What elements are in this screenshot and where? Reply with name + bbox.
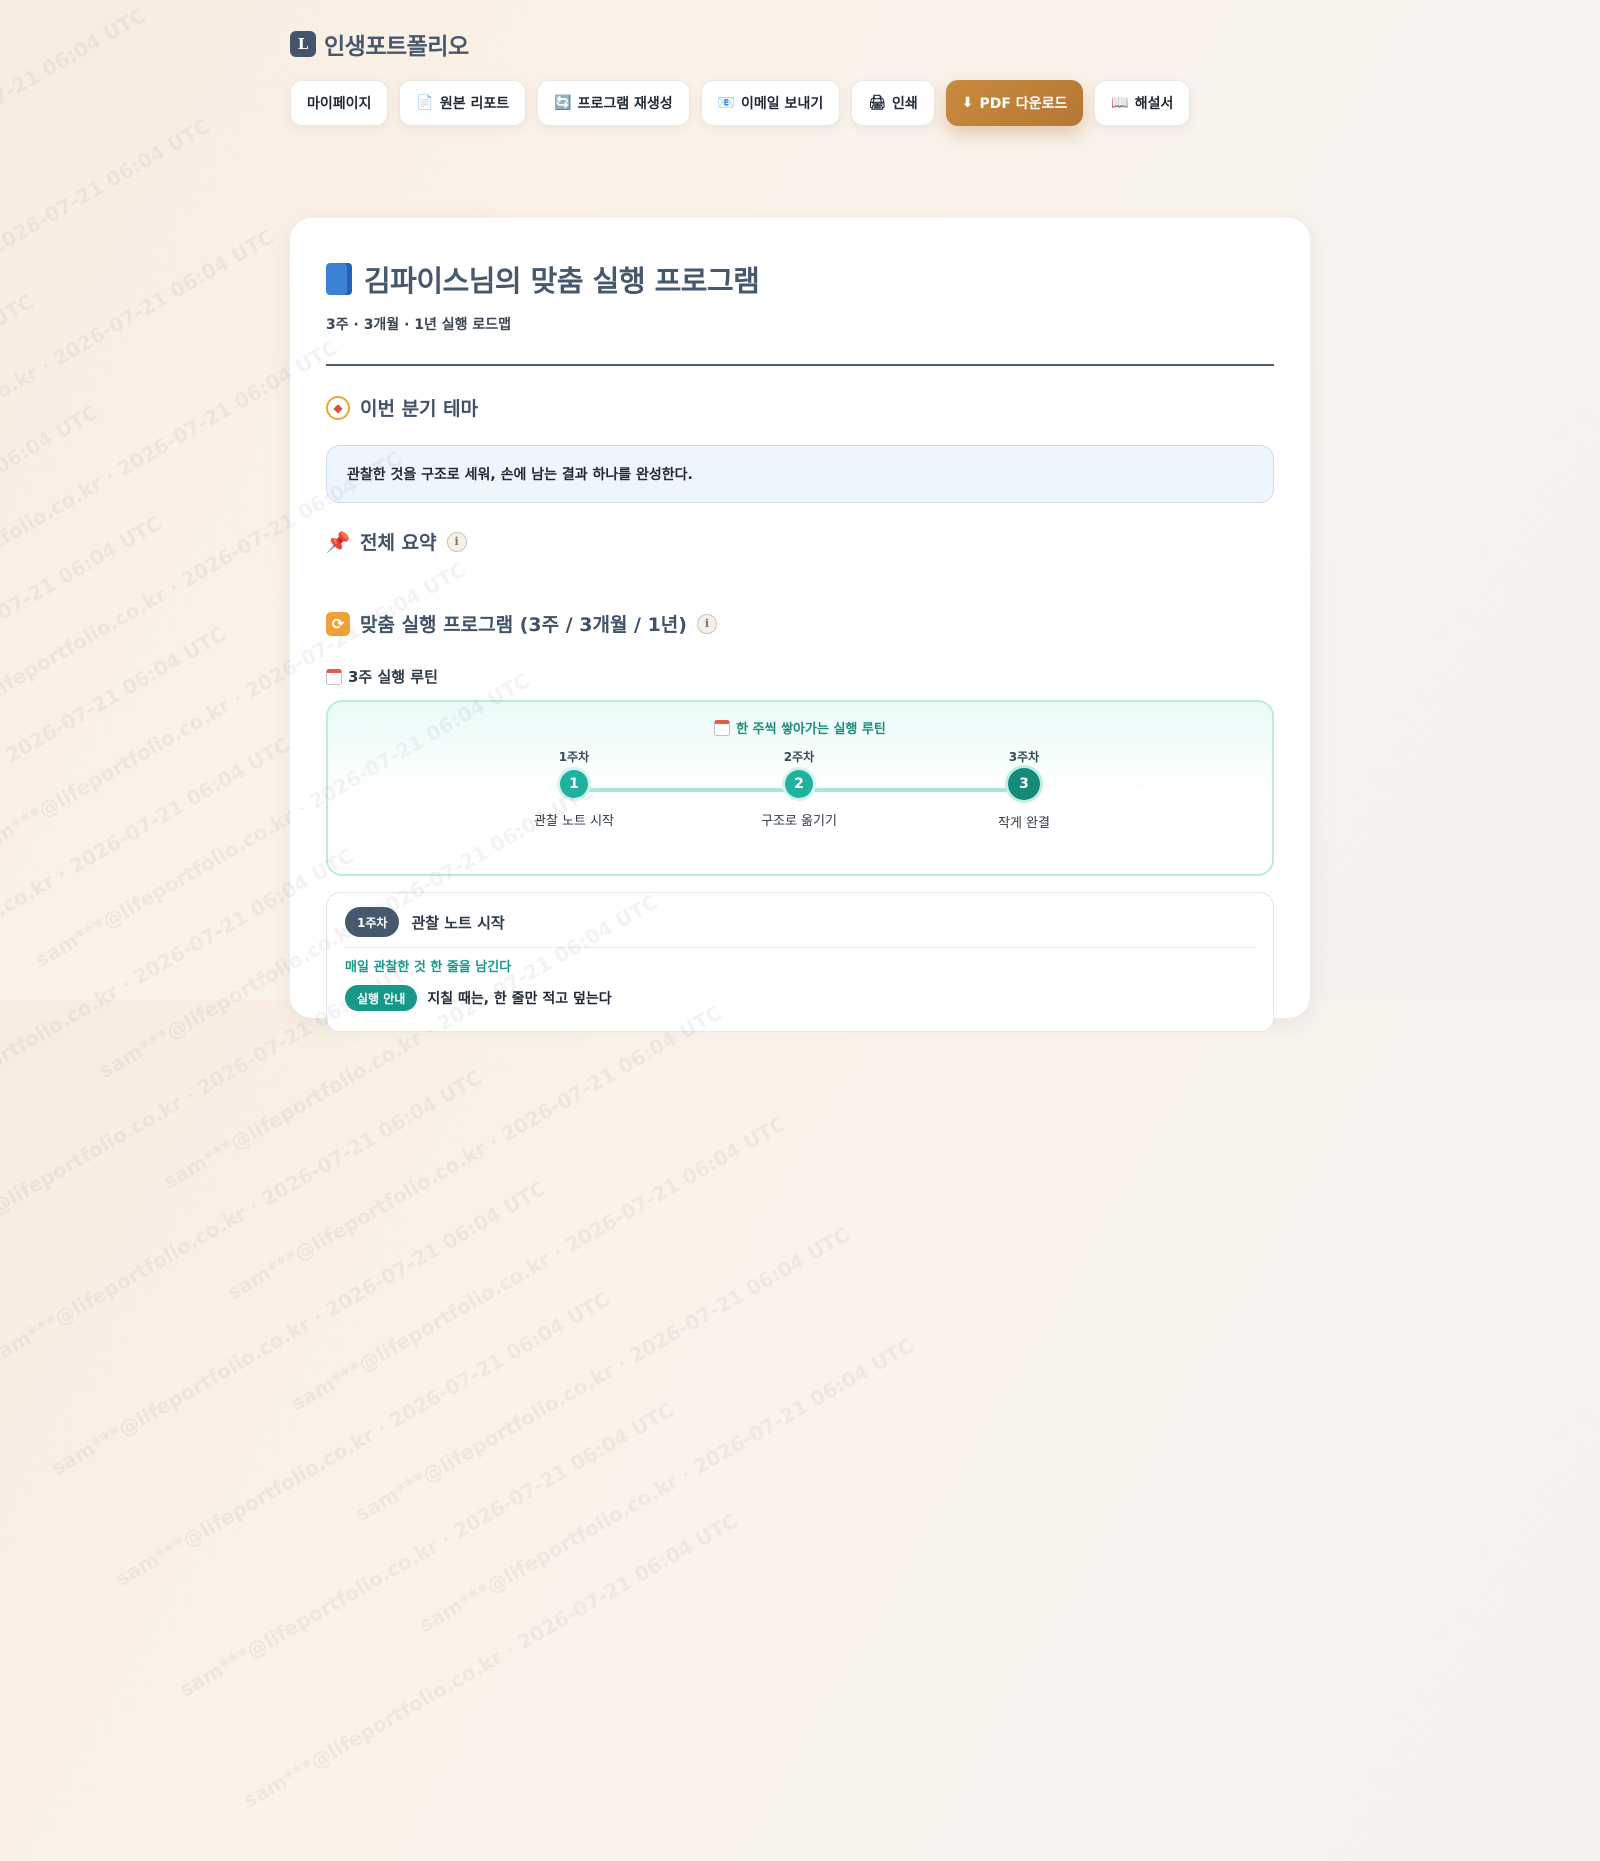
step-number: 3 — [1008, 768, 1040, 800]
theme-section-title: 이번 분기 테마 — [360, 398, 479, 420]
program-card: 김파이스님의 맞춤 실행 프로그램 3주 · 3개월 · 1년 실행 로드맵 ◆… — [290, 218, 1310, 1032]
timeline-step-2[interactable]: 2주차 2 구조로 옮기기 — [729, 748, 869, 829]
repeat-icon: ⟳ — [326, 611, 350, 636]
week-tip: 실행 안내 지칠 때는, 한 줄만 적고 덮는다 — [345, 985, 612, 1011]
page-title-text: 김파이스님의 맞춤 실행 프로그램 — [364, 264, 760, 298]
step-number: 1 — [560, 770, 588, 798]
brand-logo-icon: L — [290, 31, 316, 57]
calendar-icon — [714, 719, 731, 736]
step-text: 작게 완결 — [998, 816, 1050, 831]
step-week-label: 1주차 — [558, 750, 590, 764]
tip-badge: 실행 안내 — [345, 985, 418, 1011]
calendar-icon — [326, 668, 342, 685]
routine-heading-text: 한 주씩 쌓아가는 실행 루틴 — [736, 722, 886, 737]
tip-text: 지칠 때는, 한 줄만 적고 덮는다 — [427, 991, 612, 1007]
guidebook-button[interactable]: 📖 해설서 — [1094, 80, 1191, 126]
regenerate-program-button[interactable]: 🔄 프로그램 재생성 — [537, 80, 690, 126]
pdf-download-label: PDF 다운로드 — [979, 96, 1068, 112]
week-goal: 매일 관찰한 것 한 줄을 남긴다 — [345, 960, 512, 975]
theme-text: 관찰한 것을 구조로 세워, 손에 남는 결과 하나를 완성한다. — [347, 467, 693, 483]
brand-name: 인생포트폴리오 — [324, 34, 469, 60]
print-button[interactable]: 🖨 인쇄 — [851, 80, 935, 126]
week-card-header: 1주차 관찰 노트 시작 — [345, 907, 505, 937]
info-icon[interactable]: i — [446, 531, 467, 552]
page-title: 김파이스님의 맞춤 실행 프로그램 — [326, 258, 760, 300]
compass-icon: ◆ — [326, 395, 350, 420]
open-book-icon: 📖 — [1111, 95, 1129, 111]
week-card-divider — [345, 947, 1255, 948]
brand[interactable]: L 인생포트폴리오 — [290, 28, 469, 60]
routine-heading: 한 주씩 쌓아가는 실행 루틴 — [328, 718, 1272, 737]
summary-section-title: 전체 요약 — [360, 532, 437, 554]
step-text: 관찰 노트 시작 — [533, 814, 615, 829]
page-subtitle: 3주 · 3개월 · 1년 실행 로드맵 — [326, 317, 512, 333]
week-title: 관찰 노트 시작 — [411, 913, 505, 932]
week-detail-card: 1주차 관찰 노트 시작 매일 관찰한 것 한 줄을 남긴다 실행 안내 지칠 … — [326, 892, 1274, 1032]
info-icon[interactable]: i — [696, 613, 717, 634]
printer-icon: 🖨 — [868, 95, 886, 111]
pdf-download-button[interactable]: ⬇ PDF 다운로드 — [945, 80, 1084, 126]
document-icon: 📄 — [416, 95, 434, 111]
timeline-step-1[interactable]: 1주차 1 관찰 노트 시작 — [504, 748, 644, 829]
title-divider — [326, 364, 1274, 366]
print-label: 인쇄 — [891, 96, 918, 112]
step-number: 2 — [785, 770, 813, 798]
original-report-label: 원본 리포트 — [439, 96, 510, 112]
routine-label: 3주 실행 루틴 — [326, 666, 438, 687]
send-email-label: 이메일 보내기 — [741, 96, 824, 112]
guidebook-label: 해설서 — [1134, 96, 1174, 112]
step-week-label: 3주차 — [1008, 750, 1040, 764]
week-badge: 1주차 — [345, 907, 400, 937]
program-section-title: 맞춤 실행 프로그램 (3주 / 3개월 / 1년) — [360, 614, 687, 636]
step-text: 구조로 옮기기 — [761, 814, 837, 829]
routine-timeline: 한 주씩 쌓아가는 실행 루틴 1주차 1 관찰 노트 시작 2주차 2 구조로… — [326, 700, 1274, 876]
send-email-button[interactable]: 📧 이메일 보내기 — [700, 80, 841, 126]
pushpin-icon: 📌 — [325, 529, 351, 554]
original-report-button[interactable]: 📄 원본 리포트 — [399, 80, 527, 126]
blue-book-icon — [326, 263, 352, 295]
app-header: L 인생포트폴리오 — [290, 28, 469, 60]
action-toolbar: 마이페이지 📄 원본 리포트 🔄 프로그램 재생성 📧 이메일 보내기 🖨 인쇄… — [290, 80, 1191, 126]
routine-label-text: 3주 실행 루틴 — [348, 668, 438, 686]
download-icon: ⬇ — [961, 95, 974, 111]
mypage-button[interactable]: 마이페이지 — [290, 80, 389, 126]
theme-box: 관찰한 것을 구조로 세워, 손에 남는 결과 하나를 완성한다. — [326, 445, 1274, 503]
program-section-heading: ⟳ 맞춤 실행 프로그램 (3주 / 3개월 / 1년) i — [326, 610, 717, 637]
refresh-icon: 🔄 — [554, 95, 572, 111]
email-icon: 📧 — [717, 95, 736, 111]
theme-section-heading: ◆ 이번 분기 테마 — [326, 394, 478, 421]
timeline-step-3[interactable]: 3주차 3 작게 완결 — [954, 748, 1094, 831]
step-week-label: 2주차 — [783, 750, 815, 764]
mypage-label: 마이페이지 — [307, 96, 372, 112]
summary-section-heading: 📌 전체 요약 i — [326, 528, 467, 555]
regenerate-program-label: 프로그램 재생성 — [577, 96, 673, 112]
